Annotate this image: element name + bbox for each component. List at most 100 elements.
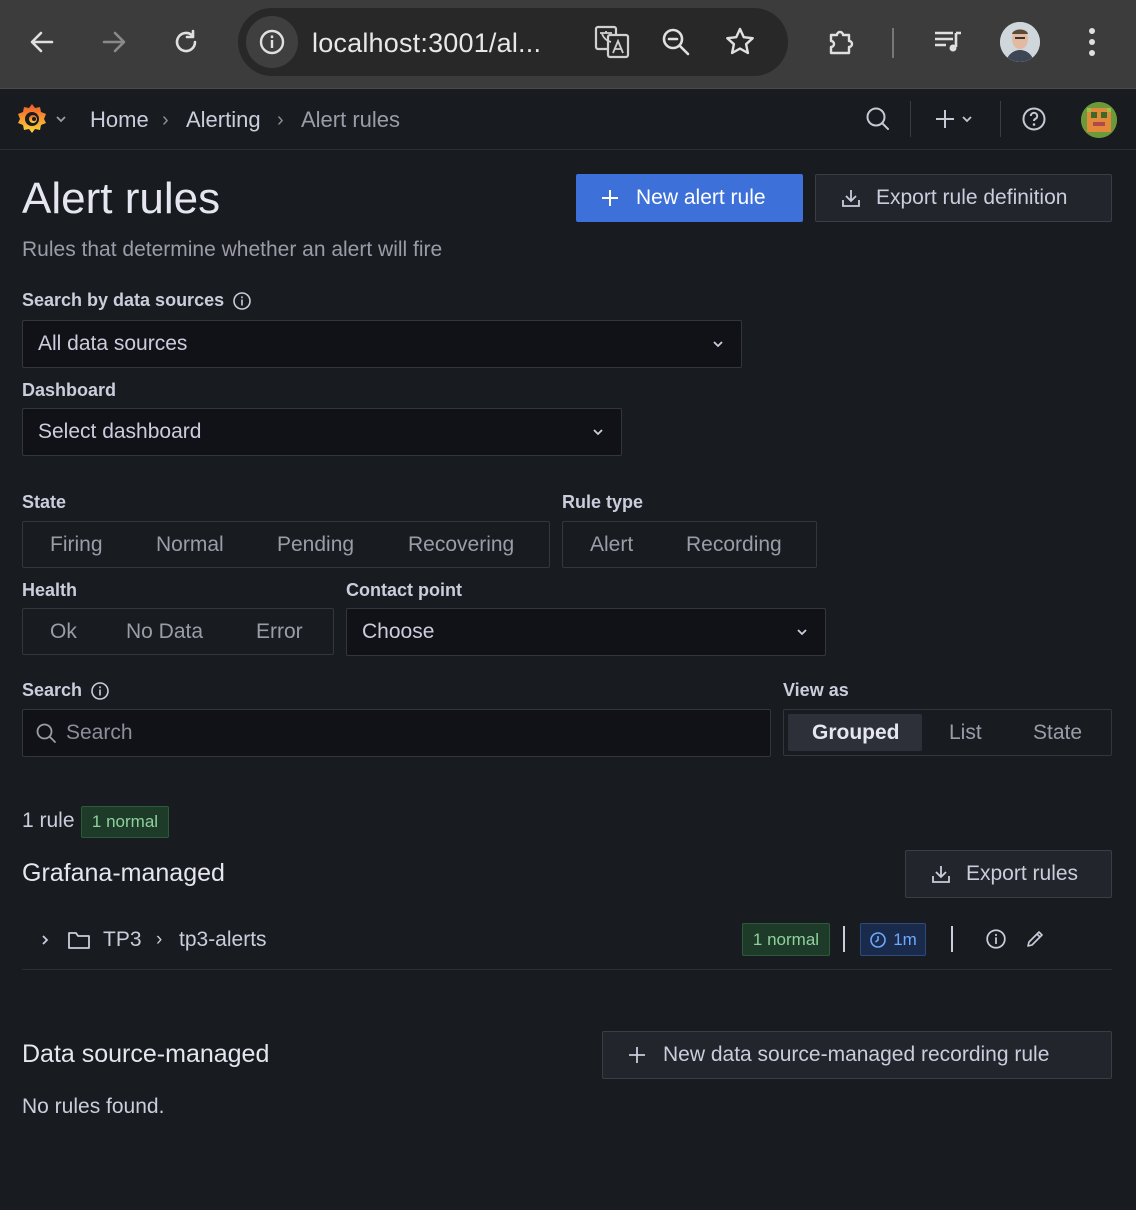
contact-point-label: Contact point <box>346 580 462 600</box>
interval-badge: 1m <box>860 923 926 956</box>
breadcrumb-separator: › <box>277 109 284 131</box>
browser-toolbar: localhost:3001/al... <box>0 0 1136 89</box>
health-filter-label: Health <box>22 580 78 600</box>
export-rules-label: Export rules <box>966 862 1079 885</box>
group-state-badge: 1 normal <box>742 923 830 956</box>
reload-button[interactable] <box>162 18 210 66</box>
state-option-pending[interactable]: Pending <box>277 533 354 557</box>
download-icon <box>842 190 860 207</box>
topbar-divider <box>910 101 911 137</box>
ruletype-option-recording[interactable]: Recording <box>686 533 782 557</box>
rule-group-row[interactable]: TP3 › tp3-alerts <box>22 918 1112 962</box>
dashboard-select[interactable]: Select dashboard <box>22 408 622 456</box>
browser-menu-button[interactable] <box>1068 18 1116 66</box>
grafana-managed-title: Grafana-managed <box>22 859 225 887</box>
puzzle-icon <box>829 30 854 55</box>
datasource-select[interactable]: All data sources <box>22 320 742 368</box>
reload-icon <box>175 29 197 53</box>
normal-count-badge: 1 normal <box>81 806 169 838</box>
state-option-normal[interactable]: Normal <box>156 533 224 557</box>
datasource-managed-title: Data source-managed <box>22 1040 270 1068</box>
contact-point-placeholder: Choose <box>362 620 435 643</box>
chevron-down-icon <box>962 116 972 123</box>
contact-point-select[interactable]: Choose <box>346 608 826 656</box>
chevron-down-icon <box>797 629 807 636</box>
pen-icon <box>1027 931 1043 947</box>
interval-text: 1m <box>893 929 917 949</box>
breadcrumb-current: Alert rules <box>301 107 401 132</box>
health-option-error[interactable]: Error <box>256 620 303 644</box>
view-as-state[interactable]: State <box>1033 721 1082 745</box>
pixel-avatar-icon <box>1081 102 1117 138</box>
more-vertical-icon <box>1089 28 1095 56</box>
search-icon <box>866 107 889 130</box>
chevron-right-icon <box>42 935 49 945</box>
site-info-button[interactable] <box>246 16 298 68</box>
breadcrumb-separator: › <box>162 109 169 131</box>
extensions-button[interactable] <box>818 18 866 66</box>
breadcrumb-alerting[interactable]: Alerting <box>186 107 261 133</box>
divider <box>951 926 953 952</box>
health-option-nodata[interactable]: No Data <box>126 620 203 644</box>
info-circle-icon <box>91 681 109 700</box>
new-alert-rule-label: New alert rule <box>636 186 766 209</box>
zoom-button[interactable] <box>656 22 696 62</box>
translate-button[interactable] <box>592 22 632 62</box>
group-name[interactable]: tp3-alerts <box>179 928 267 952</box>
state-filter-group: Firing Normal Pending Recovering <box>22 521 550 568</box>
group-details-button[interactable] <box>985 928 1007 950</box>
translate-icon <box>594 25 630 59</box>
export-rule-definition-button[interactable]: Export rule definition <box>815 174 1112 222</box>
grafana-logo-icon <box>18 104 46 133</box>
user-avatar[interactable] <box>1081 102 1117 138</box>
folder-name[interactable]: TP3 <box>103 928 142 952</box>
grafana-menu-button[interactable] <box>14 101 68 137</box>
ruletype-option-alert[interactable]: Alert <box>590 533 633 557</box>
empty-state-text: No rules found. <box>22 1095 165 1118</box>
download-icon <box>932 866 950 883</box>
dashboard-select-placeholder: Select dashboard <box>38 420 202 443</box>
datasource-filter-label-text: Search by data sources <box>22 290 225 310</box>
new-menu-button[interactable] <box>930 103 978 135</box>
state-filter-label: State <box>22 492 67 512</box>
health-option-ok[interactable]: Ok <box>50 620 77 644</box>
zoom-out-icon <box>662 28 690 56</box>
back-button[interactable] <box>18 18 66 66</box>
chevron-down-icon <box>713 341 723 348</box>
chevron-down-icon <box>56 116 66 123</box>
arrow-left-icon <box>30 31 54 53</box>
search-button[interactable] <box>862 103 894 135</box>
bookmark-button[interactable] <box>720 22 760 62</box>
ruletype-filter-group: Alert Recording <box>562 521 817 568</box>
new-recording-rule-button[interactable]: New data source-managed recording rule <box>602 1031 1112 1079</box>
export-rules-button[interactable]: Export rules <box>905 850 1112 898</box>
queue-music-icon <box>935 31 961 52</box>
media-button[interactable] <box>924 18 972 66</box>
address-bar[interactable]: localhost:3001/al... <box>238 8 788 76</box>
dashboard-filter-label: Dashboard <box>22 380 117 400</box>
folder-icon <box>68 932 90 949</box>
search-input[interactable]: Search <box>22 709 771 757</box>
user-photo-icon <box>1000 22 1040 62</box>
state-option-firing[interactable]: Firing <box>50 533 103 557</box>
view-as-group: Grouped List State <box>783 709 1112 756</box>
breadcrumb-home[interactable]: Home <box>90 107 149 133</box>
datasource-filter-label: Search by data sources <box>22 290 252 311</box>
edit-group-button[interactable] <box>1024 928 1046 950</box>
toolbar-divider <box>892 28 894 58</box>
forward-button[interactable] <box>90 18 138 66</box>
ruletype-filter-label: Rule type <box>562 492 644 512</box>
new-alert-rule-button[interactable]: New alert rule <box>576 174 803 222</box>
export-rule-definition-label: Export rule definition <box>876 186 1068 209</box>
state-option-recovering[interactable]: Recovering <box>408 533 514 557</box>
help-button[interactable] <box>1020 103 1048 135</box>
rules-count: 1 rule <box>22 809 75 832</box>
view-as-grouped[interactable]: Grouped <box>812 721 900 745</box>
plus-icon <box>629 1047 645 1063</box>
grafana-topbar: Home › Alerting › Alert rules <box>0 89 1136 150</box>
chevron-down-icon <box>593 429 603 436</box>
view-as-list[interactable]: List <box>949 721 982 745</box>
page-title: Alert rules <box>22 174 221 223</box>
health-filter-group: Ok No Data Error <box>22 608 334 655</box>
profile-avatar[interactable] <box>1000 22 1040 62</box>
